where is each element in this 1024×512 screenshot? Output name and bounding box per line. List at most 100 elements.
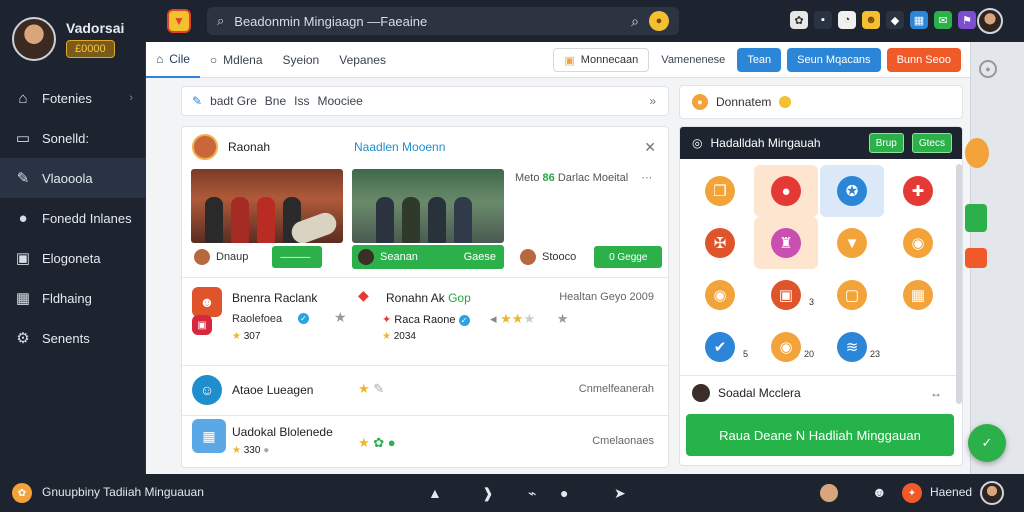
search-submit-icon[interactable]: ⌕ — [631, 13, 639, 30]
chevron-double-down-icon[interactable]: » — [649, 94, 656, 108]
top-bar: ▼ ⌕ Beadonmin Mingiaagn —Faeaine ⌕ ● ✿ ▪… — [145, 0, 1024, 42]
emoji-icon[interactable]: ☻ — [872, 484, 887, 500]
check-icon: ✔ — [705, 332, 735, 362]
orange-tab-icon[interactable] — [965, 248, 987, 268]
sidebar-item-6[interactable]: ⚙ Senents — [0, 318, 145, 358]
balloon-icon: ● — [771, 176, 801, 206]
coin-icon[interactable]: ● — [649, 11, 669, 31]
avatar[interactable] — [12, 17, 56, 61]
gifts-button-2[interactable]: Gtecs — [911, 133, 952, 153]
palette-icon[interactable]: ✿ — [790, 11, 808, 29]
arrow-icon[interactable]: ❱ — [482, 485, 494, 502]
building-icon: ▦ — [15, 290, 31, 307]
gift-item[interactable]: ≋ 23 — [820, 321, 884, 373]
scrollbar[interactable] — [956, 164, 962, 404]
gift-item[interactable]: ▣ 3 — [754, 269, 818, 321]
bell-icon[interactable]: ▲ — [428, 485, 442, 501]
gift-item[interactable]: ✔ 5 — [688, 321, 752, 373]
search-input[interactable]: ⌕ Beadonmin Mingiaagn —Faeaine ⌕ ● — [207, 7, 679, 35]
close-icon[interactable]: ✕ — [644, 139, 656, 156]
box-icon[interactable]: ▪ — [814, 11, 832, 29]
list-item[interactable]: ▦ Uadokal Blolenede ★ 330 ● ★ ✿ ● Cmelao… — [182, 417, 668, 467]
monnecaan-button[interactable]: ▣ Monnecaan — [553, 48, 650, 72]
filter-item[interactable]: Moociee — [317, 94, 362, 108]
gift-item[interactable]: ❒ — [688, 165, 752, 217]
app-logo-icon[interactable]: ▼ — [167, 9, 191, 33]
gift-item[interactable]: ✠ — [688, 217, 752, 269]
profile-badge[interactable]: £0000 — [66, 40, 115, 58]
sidebar-item-5[interactable]: ▦ Fldhaing — [0, 278, 145, 318]
sidebar-item-3[interactable]: ● Fonedd Inlanes — [0, 198, 145, 238]
gift-item[interactable]: ▦ — [886, 269, 950, 321]
pill-button[interactable]: ——— — [272, 246, 323, 268]
gift-item[interactable]: ◉ — [886, 217, 950, 269]
tab-syeion[interactable]: Syeion — [273, 42, 330, 78]
filter-item[interactable]: Bne — [265, 94, 286, 108]
link-icon[interactable]: ⌁ — [528, 485, 536, 502]
sidebar-item-2[interactable]: ✎ Vlaooola — [0, 158, 145, 198]
gift-item[interactable]: ♜ — [754, 217, 818, 269]
gifts-button-1[interactable]: Brup — [868, 133, 904, 153]
sidebar-item-4[interactable]: ▣ Elogoneta — [0, 238, 145, 278]
rating-stars[interactable]: ◂ ★★★ ★ — [490, 311, 568, 327]
filter-item[interactable]: Iss — [294, 94, 309, 108]
gift-item[interactable]: ✚ — [886, 165, 950, 217]
pill-row-mid[interactable]: Seanan Gaese — [352, 245, 504, 269]
sidebar-item-label: Vlaooola — [42, 170, 93, 186]
more-icon[interactable]: ⋯ — [641, 172, 652, 184]
pill-button[interactable]: Gaese — [464, 251, 496, 263]
user-avatar[interactable] — [977, 8, 1003, 34]
claim-weekly-gift-button[interactable]: Raua Deane N Hadliah Minggauan — [686, 414, 954, 456]
gift-icon[interactable]: ✿ — [12, 483, 32, 503]
user-icon[interactable]: ● — [560, 485, 568, 501]
seun-button[interactable]: Seun Mqacans — [787, 48, 881, 72]
sidebar-item-0[interactable]: ⌂ Fotenies › — [0, 78, 145, 118]
gift-item[interactable]: ◉ 20 — [754, 321, 818, 373]
chart-icon[interactable]: ◔ — [838, 11, 856, 29]
expand-icon[interactable]: ↔ — [930, 386, 942, 400]
grid-icon[interactable]: ▦ — [910, 11, 928, 29]
pill-button[interactable]: 0 Gegge — [594, 246, 663, 268]
edit-icon: ✎ — [192, 94, 203, 108]
clock-icon[interactable]: ● — [979, 60, 997, 78]
avatar[interactable] — [820, 484, 838, 502]
user-avatar[interactable] — [980, 481, 1004, 505]
list-item[interactable]: ☻ ▣ Bnenra Raclank Raolefoea ✓ ★ ★ 307 ◆… — [182, 279, 668, 342]
sidebar-item-1[interactable]: ▭ Sonelld: — [0, 118, 145, 158]
media-thumbnail[interactable] — [191, 169, 343, 243]
diamond-icon[interactable]: ◆ — [886, 11, 904, 29]
fire-icon[interactable]: ✦ — [902, 483, 922, 503]
sidebar-item-label: Fldhaing — [42, 290, 92, 306]
filter-item[interactable]: badt Gre — [210, 94, 257, 108]
row-subtitle: Raolefoea — [232, 313, 283, 325]
gift-item[interactable]: ✪ — [820, 165, 884, 217]
gifts-header: ◎ Hadalldah Mingauah Brup Gtecs — [680, 127, 962, 159]
tean-button[interactable]: Tean — [737, 48, 782, 72]
tab-home[interactable]: ⌂ Cile — [146, 42, 200, 78]
bunn-button[interactable]: Bunn Seoo — [886, 48, 961, 72]
tab-vepanes[interactable]: Vepanes — [329, 42, 396, 78]
rating-icons[interactable]: ★ ✿ ● — [358, 435, 396, 451]
mascot-icon[interactable]: ☻ — [862, 11, 880, 29]
avatar[interactable] — [192, 134, 218, 160]
tab-mdlena[interactable]: ○ Mdlena — [200, 42, 273, 78]
message-icon[interactable]: ✉ — [934, 11, 952, 29]
share-icon[interactable]: ➤ — [614, 485, 626, 502]
donation-bar[interactable]: ● Donnatem — [679, 85, 963, 119]
gift-item[interactable]: ◉ — [688, 269, 752, 321]
gift-item[interactable]: ▼ — [820, 217, 884, 269]
vamenenese-link[interactable]: Vamenenese — [655, 54, 731, 66]
gift-item[interactable]: ● — [754, 165, 818, 217]
gift-count: 23 — [869, 349, 880, 359]
gift-item[interactable]: ▢ — [820, 269, 884, 321]
feed-title-secondary[interactable]: Naadlen Mooenn — [354, 140, 445, 154]
filter-bar[interactable]: ✎ badt Gre Bne Iss Moociee » — [181, 86, 669, 116]
rating-icons[interactable]: ★ ✎ — [358, 381, 384, 397]
divider — [182, 277, 668, 278]
star-outline-icon[interactable]: ★ — [334, 309, 347, 326]
fab-button[interactable]: ✓ — [968, 424, 1006, 462]
row-title: Uadokal Blolenede — [232, 425, 333, 439]
media-thumbnail[interactable] — [352, 169, 504, 243]
green-tab-icon[interactable] — [965, 204, 987, 232]
flag-icon[interactable]: ⚑ — [958, 11, 976, 29]
